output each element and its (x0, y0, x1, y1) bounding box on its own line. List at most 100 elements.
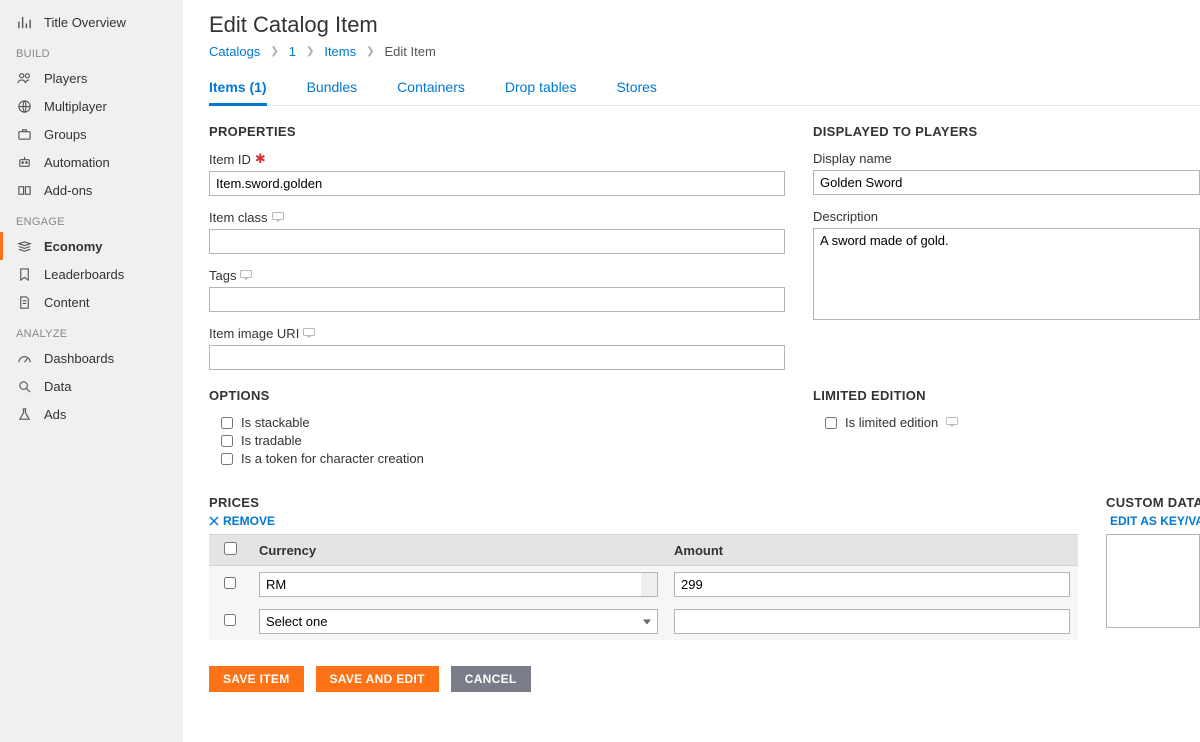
tooltip-icon[interactable] (240, 268, 252, 283)
robot-icon (16, 154, 32, 170)
price-amount-input-0[interactable] (674, 572, 1070, 597)
label-display-name: Display name (813, 151, 892, 166)
sidebar-item-players[interactable]: Players (0, 64, 183, 92)
sidebar-item-label: Leaderboards (44, 267, 124, 282)
tab-drop-tables[interactable]: Drop tables (505, 73, 577, 105)
col-currency: Currency (251, 535, 666, 566)
sidebar-item-label: Data (44, 379, 71, 394)
display-name-input[interactable] (813, 170, 1200, 195)
main-content: Edit Catalog Item Catalogs ❯ 1 ❯ Items ❯… (183, 0, 1200, 742)
globe-icon (16, 98, 32, 114)
tags-input[interactable] (209, 287, 785, 312)
save-item-button[interactable]: SAVE ITEM (209, 666, 304, 692)
price-amount-input-1[interactable] (674, 609, 1070, 634)
stackable-input[interactable] (221, 417, 233, 429)
document-icon (16, 294, 32, 310)
sidebar-item-multiplayer[interactable]: Multiplayer (0, 92, 183, 120)
label-image-uri: Item image URI (209, 326, 299, 341)
price-row-checkbox[interactable] (224, 577, 236, 589)
breadcrumb-catalog-1[interactable]: 1 (289, 44, 296, 59)
sidebar-item-economy[interactable]: Economy (0, 232, 183, 260)
label-item-class: Item class (209, 210, 268, 225)
price-currency-select-0[interactable]: RM (259, 572, 658, 597)
tradable-input[interactable] (221, 435, 233, 447)
briefcase-icon (16, 126, 32, 142)
edit-link-label: EDIT AS KEY/VALUE (1110, 514, 1200, 528)
stack-icon (16, 238, 32, 254)
sidebar-item-label: Automation (44, 155, 110, 170)
custom-data-box[interactable] (1106, 534, 1200, 628)
sidebar-item-ads[interactable]: Ads (0, 400, 183, 428)
sidebar-group-analyze: ANALYZE (0, 316, 183, 344)
sidebar-item-label: Content (44, 295, 90, 310)
tab-bundles[interactable]: Bundles (307, 73, 358, 105)
checkbox-token[interactable]: Is a token for character creation (221, 451, 785, 466)
tooltip-icon[interactable] (303, 326, 315, 341)
checkbox-stackable[interactable]: Is stackable (221, 415, 785, 430)
limited-label: Is limited edition (845, 415, 938, 430)
section-custom-data: CUSTOM DATA (1106, 495, 1200, 510)
checkbox-limited[interactable]: Is limited edition (825, 415, 1200, 430)
tab-containers[interactable]: Containers (397, 73, 465, 105)
description-input[interactable]: A sword made of gold. (813, 228, 1200, 320)
sidebar-item-label: Multiplayer (44, 99, 107, 114)
section-properties: PROPERTIES (209, 124, 785, 139)
tab-items[interactable]: Items (1) (209, 73, 267, 105)
tooltip-icon[interactable] (272, 210, 284, 225)
item-class-input[interactable] (209, 229, 785, 254)
price-currency-select-1[interactable]: Select one (259, 609, 658, 634)
sidebar-item-label: Ads (44, 407, 66, 422)
tabs: Items (1) Bundles Containers Drop tables… (209, 73, 1200, 106)
search-icon (16, 378, 32, 394)
required-asterisk: ✱ (255, 151, 266, 167)
prices-remove-button[interactable]: REMOVE (209, 514, 275, 528)
breadcrumb-current: Edit Item (385, 44, 436, 59)
sidebar-item-dashboards[interactable]: Dashboards (0, 344, 183, 372)
sidebar-item-addons[interactable]: Add-ons (0, 176, 183, 204)
tradable-label: Is tradable (241, 433, 302, 448)
breadcrumb-catalogs[interactable]: Catalogs (209, 44, 260, 59)
label-description: Description (813, 209, 878, 224)
label-item-id: Item ID (209, 152, 251, 167)
addon-icon (16, 182, 32, 198)
breadcrumb-items[interactable]: Items (324, 44, 356, 59)
cancel-button[interactable]: CANCEL (451, 666, 531, 692)
edit-keyvalue-button[interactable]: EDIT AS KEY/VALUE (1106, 514, 1200, 528)
bookmark-icon (16, 266, 32, 282)
people-icon (16, 70, 32, 86)
select-all-prices[interactable] (224, 542, 237, 555)
token-label: Is a token for character creation (241, 451, 424, 466)
price-row-checkbox[interactable] (224, 614, 236, 626)
flask-icon (16, 406, 32, 422)
sidebar-item-label: Add-ons (44, 183, 92, 198)
section-displayed: DISPLAYED TO PLAYERS (813, 124, 1200, 139)
tooltip-icon[interactable] (946, 415, 958, 430)
sidebar-item-label: Economy (44, 239, 103, 254)
limited-input[interactable] (825, 417, 837, 429)
stackable-label: Is stackable (241, 415, 310, 430)
sidebar-item-content[interactable]: Content (0, 288, 183, 316)
sidebar-item-label: Title Overview (44, 15, 126, 30)
sidebar-item-data[interactable]: Data (0, 372, 183, 400)
item-id-input[interactable] (209, 171, 785, 196)
sidebar-item-label: Groups (44, 127, 87, 142)
sidebar-item-title-overview[interactable]: Title Overview (0, 8, 183, 36)
tab-stores[interactable]: Stores (616, 73, 656, 105)
remove-label: REMOVE (223, 514, 275, 528)
checkbox-tradable[interactable]: Is tradable (221, 433, 785, 448)
label-tags: Tags (209, 268, 236, 283)
token-input[interactable] (221, 453, 233, 465)
section-options: OPTIONS (209, 388, 785, 403)
bar-chart-icon (16, 14, 32, 30)
prices-table: Currency Amount RM (209, 534, 1078, 640)
save-and-edit-button[interactable]: SAVE AND EDIT (316, 666, 439, 692)
chevron-right-icon: ❯ (306, 46, 314, 57)
sidebar-item-label: Players (44, 71, 87, 86)
sidebar-item-leaderboards[interactable]: Leaderboards (0, 260, 183, 288)
price-row: Select one (209, 603, 1078, 640)
chevron-right-icon: ❯ (366, 46, 374, 57)
sidebar-item-automation[interactable]: Automation (0, 148, 183, 176)
sidebar: Title Overview BUILD Players Multiplayer… (0, 0, 183, 742)
sidebar-item-groups[interactable]: Groups (0, 120, 183, 148)
image-uri-input[interactable] (209, 345, 785, 370)
